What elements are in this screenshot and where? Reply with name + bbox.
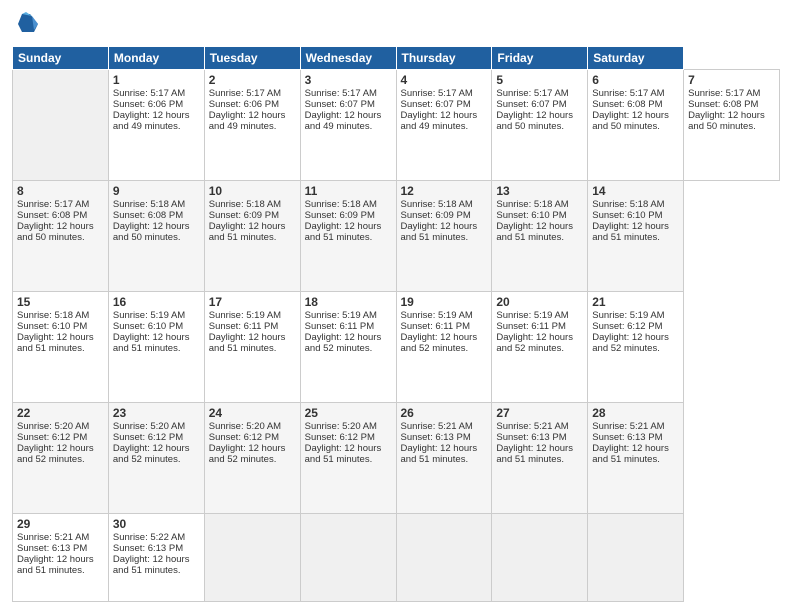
day-number: 20 (496, 295, 583, 309)
calendar-cell: 15Sunrise: 5:18 AMSunset: 6:10 PMDayligh… (13, 291, 109, 402)
weekday-header: Sunday (13, 47, 109, 70)
calendar-cell: 25Sunrise: 5:20 AMSunset: 6:12 PMDayligh… (300, 402, 396, 513)
day-number: 13 (496, 184, 583, 198)
day-number: 15 (17, 295, 104, 309)
day-number: 5 (496, 73, 583, 87)
calendar-week-row: 8Sunrise: 5:17 AMSunset: 6:08 PMDaylight… (13, 180, 780, 291)
calendar-cell: 19Sunrise: 5:19 AMSunset: 6:11 PMDayligh… (396, 291, 492, 402)
calendar-cell: 8Sunrise: 5:17 AMSunset: 6:08 PMDaylight… (13, 180, 109, 291)
calendar-cell: 7Sunrise: 5:17 AMSunset: 6:08 PMDaylight… (684, 70, 780, 181)
calendar-cell: 20Sunrise: 5:19 AMSunset: 6:11 PMDayligh… (492, 291, 588, 402)
day-number: 7 (688, 73, 775, 87)
day-number: 17 (209, 295, 296, 309)
calendar-cell (492, 513, 588, 601)
calendar-cell: 28Sunrise: 5:21 AMSunset: 6:13 PMDayligh… (588, 402, 684, 513)
calendar-cell (396, 513, 492, 601)
day-number: 2 (209, 73, 296, 87)
calendar-cell (300, 513, 396, 601)
day-number: 18 (305, 295, 392, 309)
day-number: 12 (401, 184, 488, 198)
day-number: 9 (113, 184, 200, 198)
calendar-cell: 6Sunrise: 5:17 AMSunset: 6:08 PMDaylight… (588, 70, 684, 181)
weekday-header: Friday (492, 47, 588, 70)
calendar-cell: 23Sunrise: 5:20 AMSunset: 6:12 PMDayligh… (108, 402, 204, 513)
weekday-header: Thursday (396, 47, 492, 70)
day-number: 27 (496, 406, 583, 420)
day-number: 28 (592, 406, 679, 420)
weekday-header: Monday (108, 47, 204, 70)
day-number: 8 (17, 184, 104, 198)
weekday-header: Saturday (588, 47, 684, 70)
calendar-cell: 16Sunrise: 5:19 AMSunset: 6:10 PMDayligh… (108, 291, 204, 402)
day-number: 22 (17, 406, 104, 420)
day-number: 11 (305, 184, 392, 198)
day-number: 26 (401, 406, 488, 420)
day-number: 4 (401, 73, 488, 87)
calendar-cell: 2Sunrise: 5:17 AMSunset: 6:06 PMDaylight… (204, 70, 300, 181)
calendar-week-row: 22Sunrise: 5:20 AMSunset: 6:12 PMDayligh… (13, 402, 780, 513)
day-number: 14 (592, 184, 679, 198)
calendar-cell: 29Sunrise: 5:21 AMSunset: 6:13 PMDayligh… (13, 513, 109, 601)
calendar-cell (204, 513, 300, 601)
calendar-cell: 11Sunrise: 5:18 AMSunset: 6:09 PMDayligh… (300, 180, 396, 291)
empty-cell (13, 70, 109, 181)
calendar-cell: 26Sunrise: 5:21 AMSunset: 6:13 PMDayligh… (396, 402, 492, 513)
day-number: 23 (113, 406, 200, 420)
calendar-cell: 3Sunrise: 5:17 AMSunset: 6:07 PMDaylight… (300, 70, 396, 181)
day-number: 21 (592, 295, 679, 309)
calendar-cell: 10Sunrise: 5:18 AMSunset: 6:09 PMDayligh… (204, 180, 300, 291)
calendar-table: SundayMondayTuesdayWednesdayThursdayFrid… (12, 46, 780, 602)
calendar-week-row: 29Sunrise: 5:21 AMSunset: 6:13 PMDayligh… (13, 513, 780, 601)
calendar-cell: 13Sunrise: 5:18 AMSunset: 6:10 PMDayligh… (492, 180, 588, 291)
calendar-cell: 27Sunrise: 5:21 AMSunset: 6:13 PMDayligh… (492, 402, 588, 513)
day-number: 29 (17, 517, 104, 531)
day-number: 30 (113, 517, 200, 531)
calendar-cell: 4Sunrise: 5:17 AMSunset: 6:07 PMDaylight… (396, 70, 492, 181)
calendar-cell: 24Sunrise: 5:20 AMSunset: 6:12 PMDayligh… (204, 402, 300, 513)
calendar-cell: 12Sunrise: 5:18 AMSunset: 6:09 PMDayligh… (396, 180, 492, 291)
calendar-week-row: 1Sunrise: 5:17 AMSunset: 6:06 PMDaylight… (13, 70, 780, 181)
calendar-body: 1Sunrise: 5:17 AMSunset: 6:06 PMDaylight… (13, 70, 780, 602)
weekday-header: Wednesday (300, 47, 396, 70)
day-number: 1 (113, 73, 200, 87)
calendar-cell: 21Sunrise: 5:19 AMSunset: 6:12 PMDayligh… (588, 291, 684, 402)
calendar-week-row: 15Sunrise: 5:18 AMSunset: 6:10 PMDayligh… (13, 291, 780, 402)
calendar-cell (588, 513, 684, 601)
day-number: 19 (401, 295, 488, 309)
calendar-header-row: SundayMondayTuesdayWednesdayThursdayFrid… (13, 47, 780, 70)
header (12, 10, 780, 38)
logo-icon (12, 10, 40, 38)
day-number: 16 (113, 295, 200, 309)
calendar-cell: 14Sunrise: 5:18 AMSunset: 6:10 PMDayligh… (588, 180, 684, 291)
calendar-cell: 17Sunrise: 5:19 AMSunset: 6:11 PMDayligh… (204, 291, 300, 402)
calendar-cell: 1Sunrise: 5:17 AMSunset: 6:06 PMDaylight… (108, 70, 204, 181)
day-number: 6 (592, 73, 679, 87)
day-number: 10 (209, 184, 296, 198)
weekday-header: Tuesday (204, 47, 300, 70)
logo (12, 10, 44, 38)
day-number: 3 (305, 73, 392, 87)
day-number: 24 (209, 406, 296, 420)
calendar-page: SundayMondayTuesdayWednesdayThursdayFrid… (0, 0, 792, 612)
day-number: 25 (305, 406, 392, 420)
calendar-cell: 18Sunrise: 5:19 AMSunset: 6:11 PMDayligh… (300, 291, 396, 402)
calendar-cell: 5Sunrise: 5:17 AMSunset: 6:07 PMDaylight… (492, 70, 588, 181)
calendar-cell: 9Sunrise: 5:18 AMSunset: 6:08 PMDaylight… (108, 180, 204, 291)
calendar-cell: 30Sunrise: 5:22 AMSunset: 6:13 PMDayligh… (108, 513, 204, 601)
calendar-cell: 22Sunrise: 5:20 AMSunset: 6:12 PMDayligh… (13, 402, 109, 513)
